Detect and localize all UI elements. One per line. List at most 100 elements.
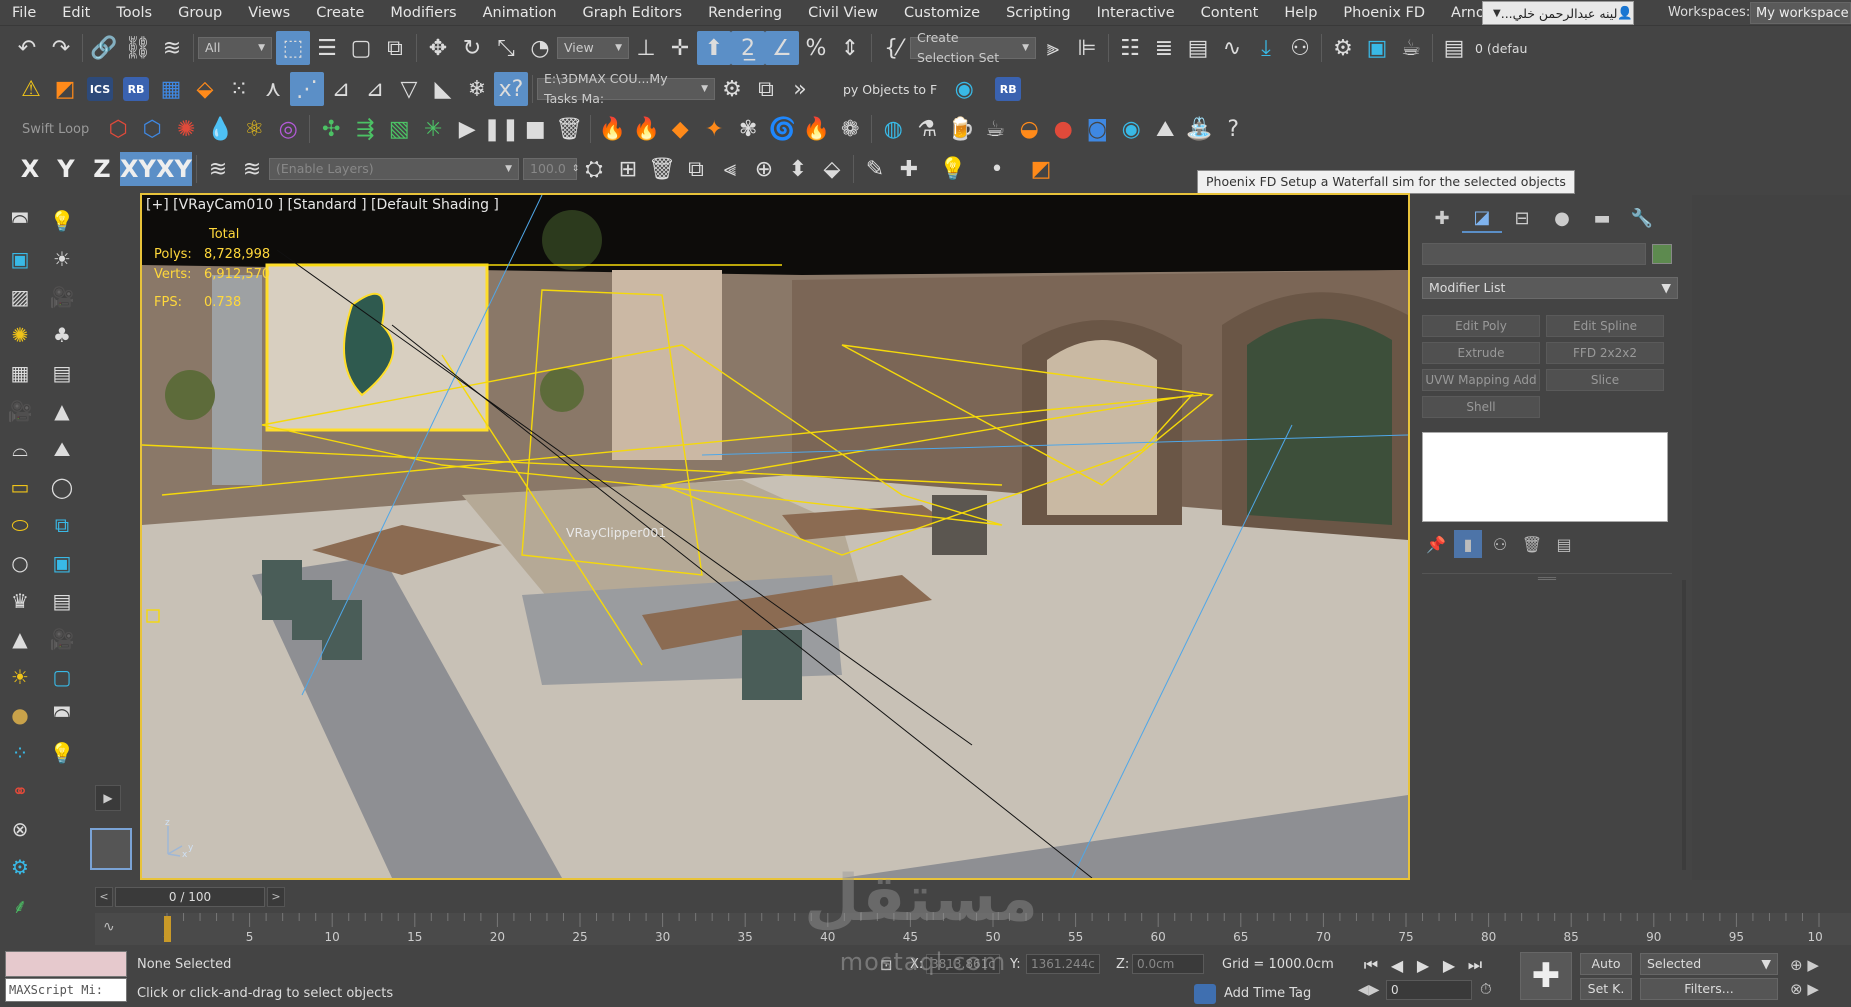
mountain-icon[interactable]: ⛰ [46,433,78,465]
warning-icon[interactable]: ⚠ [14,72,48,106]
light-icon[interactable]: 💡 [46,205,78,237]
selection-lock-icon[interactable]: ⊡ [880,956,893,974]
molecule-icon[interactable]: ⚭ [4,775,36,807]
ink-preset-icon[interactable]: ◙ [1080,112,1114,146]
time-slider-handle[interactable]: 0 / 100 [115,887,265,907]
scale-icon[interactable]: ⤡ [489,31,523,65]
make-unique-icon[interactable]: ⚇ [1486,530,1514,558]
angle-snap-icon[interactable]: ∠ [765,31,799,65]
railclone-secondary-icon[interactable]: RB [995,77,1022,101]
mesh-light-icon[interactable]: ♛ [4,585,36,617]
environment-icon[interactable]: ▣ [4,243,36,275]
axis-xy-button[interactable]: XY [120,152,156,186]
layers-panel-icon[interactable]: ⧉ [46,509,78,541]
axis-z-button[interactable]: Z [84,152,120,186]
gear-panel-icon[interactable]: ⚙ [4,851,36,883]
menu-scripting[interactable]: Scripting [993,0,1083,26]
time-slider-next-button[interactable]: > [267,887,285,907]
cone-icon[interactable]: ▲ [4,623,36,655]
layers-icon[interactable]: ≋ [201,152,235,186]
pivot-center-icon[interactable]: ⊥ [629,31,663,65]
brush-icon[interactable]: ✎ [858,152,892,186]
key-filter-dropdown[interactable]: Selected ▼ [1640,953,1778,975]
layer-collapse-icon[interactable]: ⬙ [815,152,849,186]
key-filters-button[interactable]: Filters... [1640,978,1778,1000]
bind-space-warp-icon[interactable]: ≋ [155,31,189,65]
waterfall-preset-icon[interactable]: ⛰ [1148,112,1182,146]
liquid-simulator-icon[interactable]: 💧 [203,112,237,146]
time-configuration-icon[interactable]: ⏱ [1480,980,1492,998]
fire-simulator-icon[interactable]: ✺ [169,112,203,146]
axis-x-button[interactable]: X [12,152,48,186]
toggle-scene-explorer-icon[interactable]: ☷ [1113,31,1147,65]
material-editor-icon[interactable]: ⚇ [1283,31,1317,65]
render-production-icon[interactable]: ☕ [1394,31,1428,65]
teapot-alt-icon[interactable]: ◚ [46,699,78,731]
panel-grip[interactable]: ═══ [1538,574,1556,585]
link-icon[interactable]: 🔗 [87,31,121,65]
smoke-preset-icon[interactable]: ◆ [663,112,697,146]
menu-tools[interactable]: Tools [103,0,165,26]
ocean-icon[interactable]: ◎ [271,112,305,146]
pause-icon[interactable]: ❚❚ [483,112,520,146]
paint-bucket-icon[interactable]: ⬙ [188,72,222,106]
rotate-view-icon[interactable]: ◯ [46,471,78,503]
snap-pivot-icon[interactable]: ⋰ [290,72,324,106]
menu-group[interactable]: Group [165,0,235,26]
menu-file[interactable]: File [0,0,49,26]
hierarchy-tab-icon[interactable]: ⊟ [1502,203,1542,233]
key-mode-toggle-icon[interactable]: ◀▶ [1358,982,1380,998]
named-selection-set-dropdown[interactable]: Create Selection Set ▼ [910,30,1036,65]
sphere-light-icon[interactable]: ⬭ [4,509,36,541]
z-coordinate-field[interactable]: 0.0cm [1132,954,1204,974]
snap-perpendicular-icon[interactable]: ◣ [426,72,460,106]
previous-frame-icon[interactable]: ◀ [1384,953,1410,977]
curve-editor-toggle-icon[interactable]: ∿ [103,919,115,935]
dotted-grid-icon[interactable]: ⁙ [222,72,256,106]
swift-loop-label[interactable]: Swift Loop [0,122,101,137]
undo-icon[interactable]: ↶ [10,31,44,65]
oil-preset-icon[interactable]: ◒ [1012,112,1046,146]
create-tab-icon[interactable]: ✚ [1422,203,1462,233]
menu-content[interactable]: Content [1188,0,1272,26]
fountain-preset-icon[interactable]: ⛲ [1182,112,1216,146]
cube-red-icon[interactable]: ⬡ [101,112,135,146]
viewport-navigation-icons[interactable]: ⊕ ▶ ⊗ ▶ [1790,953,1819,1001]
camera-alt-icon[interactable]: 🎥 [46,623,78,655]
extrude-button[interactable]: Extrude [1422,342,1540,364]
spray-icon[interactable]: ✳ [416,112,450,146]
viewport[interactable]: [+] [VRayCam010 ] [Standard ] [Default S… [140,193,1410,880]
import-settings-icon[interactable]: ⚙ [715,72,749,106]
rotate-icon[interactable]: ↻ [455,31,489,65]
cloud-icon[interactable]: ◉ [947,72,981,106]
placement-icon[interactable]: ◔ [523,31,557,65]
light-bulb-off-icon[interactable]: • [980,152,1014,186]
axis-y-button[interactable]: Y [48,152,84,186]
plane-light-icon[interactable]: ▭ [4,471,36,503]
mirror-icon[interactable]: ⫸ [1036,31,1070,65]
maxscript-listener-output[interactable] [5,951,127,977]
current-frame-marker[interactable] [164,916,171,942]
menu-modifiers[interactable]: Modifiers [377,0,469,26]
auto-key-button[interactable]: Auto [1580,953,1632,975]
forest-pack-secondary-icon[interactable]: ◩ [1024,152,1058,186]
video-icon[interactable]: 🎥 [4,395,36,427]
add-time-tag-label[interactable]: Add Time Tag [1224,986,1311,1001]
layer-add-icon[interactable]: ⊕ [747,152,781,186]
unlink-icon[interactable]: ⛓ [121,31,155,65]
menu-customize[interactable]: Customize [891,0,993,26]
explosion-preset-icon[interactable]: 🔥 [629,112,663,146]
menu-interactive[interactable]: Interactive [1084,0,1188,26]
toggle-ribbon-icon[interactable]: ▤ [1181,31,1215,65]
current-layer-value[interactable]: 0 (defau [1475,41,1527,56]
modify-tab-icon[interactable]: ◪ [1462,203,1502,233]
menu-edit[interactable]: Edit [49,0,103,26]
render-setup-icon[interactable]: ⚙ [1326,31,1360,65]
menu-phoenix-fd[interactable]: Phoenix FD [1330,0,1438,26]
y-coordinate-field[interactable]: 1361.244c [1026,954,1100,974]
viewport-label[interactable]: [+] [VRayCam010 ] [Standard ] [Default S… [146,197,499,213]
schematic-view-icon[interactable]: ⤓ [1249,31,1283,65]
ics-icon[interactable]: ICS [87,77,113,101]
panel-scrollbar[interactable] [1682,580,1686,870]
play-icon[interactable]: ▶ [450,112,484,146]
